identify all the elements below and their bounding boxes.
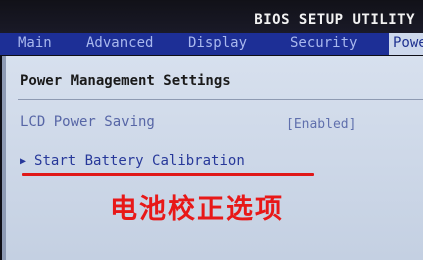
annotation-underline xyxy=(22,173,314,176)
separator-line xyxy=(18,99,423,100)
annotation-text: 电池校正选项 xyxy=(110,194,284,225)
lcd-power-saving-value[interactable]: [Enabled] xyxy=(286,117,356,132)
tab-main[interactable]: Main xyxy=(18,33,52,55)
tab-security[interactable]: Security xyxy=(290,33,357,55)
submenu-arrow-icon: ▶ xyxy=(20,156,27,167)
bios-title: BIOS SETUP UTILITY xyxy=(254,12,415,28)
section-title: Power Management Settings xyxy=(20,73,231,89)
tab-bar: Main Advanced Display Security Powe xyxy=(0,33,423,55)
tab-advanced[interactable]: Advanced xyxy=(86,33,153,55)
submenu-label: Start Battery Calibration xyxy=(34,153,245,169)
tab-display[interactable]: Display xyxy=(188,33,247,55)
settings-panel: Power Management Settings LCD Power Savi… xyxy=(2,56,423,260)
title-bar: BIOS SETUP UTILITY xyxy=(0,0,423,34)
start-battery-calibration-item[interactable]: ▶ Start Battery Calibration xyxy=(20,153,245,169)
lcd-power-saving-label[interactable]: LCD Power Saving xyxy=(20,114,155,130)
tab-power[interactable]: Powe xyxy=(389,33,423,55)
